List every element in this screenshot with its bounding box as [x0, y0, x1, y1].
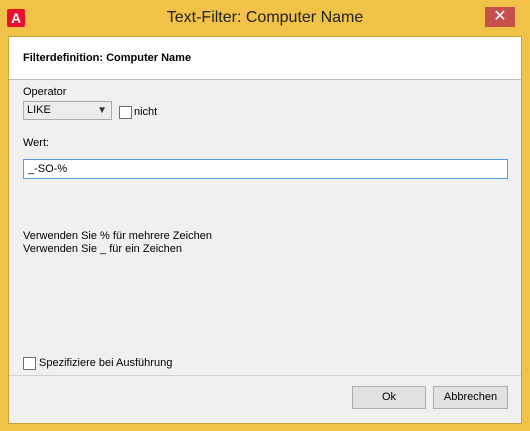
button-separator — [9, 375, 521, 376]
ok-button[interactable]: Ok — [352, 386, 426, 409]
operator-selected-value: LIKE — [27, 104, 51, 116]
window-title: Text-Filter: Computer Name — [166, 9, 364, 26]
dialog-window: A Text-Filter: Computer Name ✕ Filterdef… — [0, 0, 530, 431]
hint-single-char: Verwenden Sie _ für ein Zeichen — [23, 243, 182, 255]
filter-header: Filterdefinition: Computer Name — [9, 37, 521, 80]
operator-label: Operator — [23, 86, 67, 98]
value-label: Wert: — [23, 137, 50, 149]
specify-at-runtime-label: Spezifiziere bei Ausführung — [39, 357, 173, 369]
filter-definition-title: Filterdefinition: Computer Name — [23, 52, 192, 64]
chevron-down-icon: ▼ — [97, 105, 107, 116]
title-bar[interactable]: A Text-Filter: Computer Name ✕ — [0, 0, 530, 36]
hint-multiple-chars: Verwenden Sie % für mehrere Zeichen — [23, 230, 212, 242]
not-checkbox[interactable] — [119, 106, 132, 119]
cancel-button[interactable]: Abbrechen — [433, 386, 508, 409]
specify-at-runtime-checkbox[interactable] — [23, 357, 36, 370]
dialog-body: Filterdefinition: Computer Name Operator… — [8, 36, 522, 424]
value-input[interactable]: _-SO-% — [23, 159, 508, 179]
close-button[interactable]: ✕ — [485, 7, 515, 27]
operator-select[interactable]: LIKE ▼ — [23, 101, 112, 120]
not-label: nicht — [134, 106, 158, 118]
